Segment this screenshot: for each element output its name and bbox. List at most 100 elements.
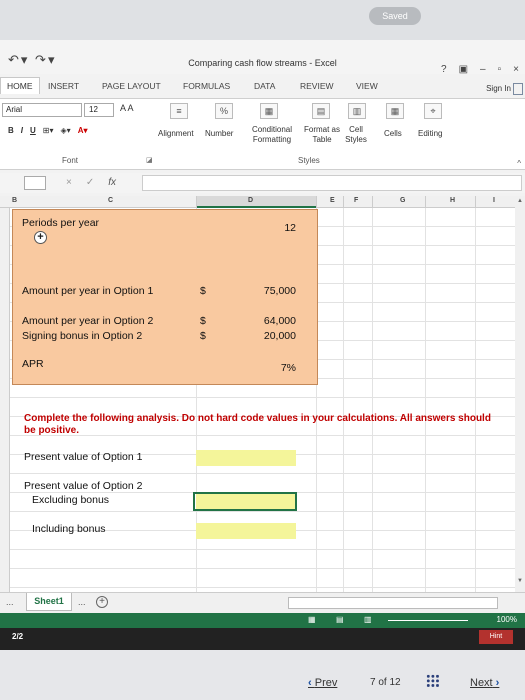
more-sheets-right-icon[interactable]: ...: [78, 597, 86, 607]
formula-input[interactable]: [142, 175, 522, 191]
page-count: 2/2: [12, 632, 24, 641]
underline-button[interactable]: U: [30, 126, 36, 135]
including-bonus-label[interactable]: Including bonus: [32, 523, 106, 535]
name-box[interactable]: [24, 176, 46, 190]
apr-value[interactable]: 7%: [240, 362, 296, 374]
restore-button[interactable]: ▫: [498, 64, 502, 75]
cell-styles-button[interactable]: Cell Styles: [340, 125, 372, 145]
insert-function-icon[interactable]: fx: [108, 177, 116, 188]
bold-button[interactable]: B: [8, 126, 14, 135]
periods-value[interactable]: 12: [240, 222, 296, 234]
font-grow-shrink[interactable]: A A: [120, 103, 134, 113]
amount2-currency: $: [200, 315, 206, 327]
grid-menu-icon[interactable]: [426, 674, 440, 688]
pv1-answer-cell[interactable]: [196, 450, 296, 466]
row-headers: [0, 208, 10, 592]
percent-icon[interactable]: %: [215, 103, 233, 119]
prev-label: Prev: [314, 677, 338, 689]
font-dialog-launcher-icon[interactable]: ◪: [146, 156, 153, 164]
cells-button[interactable]: Cells: [384, 129, 402, 139]
conditional-formatting-icon[interactable]: ▦: [260, 103, 278, 119]
amount2-label[interactable]: Amount per year in Option 2: [22, 315, 153, 327]
fill-color-icon[interactable]: ◈▾: [61, 126, 71, 135]
zoom-level[interactable]: 100%: [497, 615, 517, 624]
amount1-label[interactable]: Amount per year in Option 1: [22, 285, 153, 297]
column-header-d[interactable]: D: [248, 197, 253, 204]
hint-button[interactable]: Hint: [479, 630, 513, 644]
alignment-icon[interactable]: ≡: [170, 103, 188, 119]
italic-button[interactable]: I: [21, 126, 23, 135]
tab-home[interactable]: HOME: [0, 77, 40, 94]
scroll-up-icon[interactable]: ▲: [517, 198, 523, 204]
tab-data[interactable]: DATA: [254, 81, 275, 91]
status-bar: ▦ ▤ ▥ 100%: [0, 613, 525, 628]
normal-view-icon[interactable]: ▦: [308, 615, 316, 624]
scroll-down-icon[interactable]: ▼: [517, 578, 523, 584]
font-size-box[interactable]: 12: [84, 103, 114, 117]
bottom-navigation: ‹ Prev 7 of 12 Next ›: [0, 650, 525, 700]
format-table-icon[interactable]: ▤: [312, 103, 330, 119]
apr-label[interactable]: APR: [22, 358, 44, 370]
confirm-entry-icon[interactable]: ✓: [86, 177, 94, 188]
input-block: [12, 209, 318, 385]
pv2-label[interactable]: Present value of Option 2: [24, 480, 143, 492]
horizontal-scrollbar[interactable]: [288, 597, 498, 609]
column-header-c[interactable]: C: [108, 197, 113, 204]
format-as-table-button[interactable]: Format as Table: [302, 125, 342, 145]
excluding-bonus-label[interactable]: Excluding bonus: [32, 494, 109, 506]
chevron-left-icon: ‹: [308, 677, 315, 689]
editing-button[interactable]: Editing: [418, 129, 442, 139]
cancel-entry-icon[interactable]: ×: [66, 177, 72, 188]
ribbon-display-icon[interactable]: ▣: [459, 64, 468, 75]
help-button[interactable]: ?: [441, 64, 447, 75]
column-header-h[interactable]: H: [450, 197, 455, 204]
editing-binoculars-icon[interactable]: ⌖: [424, 103, 442, 119]
font-color-icon[interactable]: A▾: [78, 126, 88, 135]
prev-button[interactable]: ‹ Prev: [308, 677, 337, 689]
sign-in-label: Sign In: [486, 84, 511, 94]
column-header-i[interactable]: I: [493, 197, 495, 204]
cell-styles-icon[interactable]: ▥: [348, 103, 366, 119]
tab-review[interactable]: REVIEW: [300, 81, 334, 91]
tab-formulas[interactable]: FORMULAS: [183, 81, 230, 91]
amount1-currency: $: [200, 285, 206, 297]
sign-in-link[interactable]: Sign In: [486, 83, 523, 95]
instructions-text[interactable]: Complete the following analysis. Do not …: [24, 413, 494, 437]
assignment-strip: 2/2 Hint: [0, 628, 525, 650]
collapse-ribbon-icon[interactable]: ^: [517, 159, 521, 168]
borders-icon[interactable]: ⊞▾: [43, 126, 54, 135]
tab-view[interactable]: VIEW: [356, 81, 378, 91]
bonus-value[interactable]: 20,000: [230, 330, 296, 342]
bonus-label[interactable]: Signing bonus in Option 2: [22, 330, 142, 342]
pv2-including-answer-cell[interactable]: [196, 523, 296, 539]
more-sheets-left-icon[interactable]: ...: [6, 597, 14, 607]
next-button[interactable]: Next ›: [470, 677, 499, 689]
zoom-slider[interactable]: [388, 620, 468, 621]
conditional-formatting-button[interactable]: Conditional Formatting: [246, 125, 298, 145]
sheet-tab-sheet1[interactable]: Sheet1: [26, 593, 72, 611]
number-button[interactable]: Number: [205, 129, 233, 139]
add-sheet-icon[interactable]: +: [96, 596, 108, 608]
tab-insert[interactable]: INSERT: [48, 81, 79, 91]
font-group-label: Font: [62, 156, 79, 165]
close-button[interactable]: ×: [513, 64, 519, 75]
column-header-f[interactable]: F: [354, 197, 358, 204]
amount1-value[interactable]: 75,000: [230, 285, 296, 297]
periods-label[interactable]: Periods per year: [22, 217, 99, 229]
page-layout-view-icon[interactable]: ▤: [336, 615, 344, 624]
excel-window: ↶▾ ↷▾ Comparing cash flow streams - Exce…: [0, 40, 525, 615]
page-break-view-icon[interactable]: ▥: [364, 615, 372, 624]
column-header-g[interactable]: G: [400, 197, 405, 204]
pv1-label[interactable]: Present value of Option 1: [24, 451, 143, 463]
vertical-scrollbar[interactable]: ▲ ▼: [515, 196, 525, 592]
cells-icon[interactable]: ▦: [386, 103, 404, 119]
font-name-box[interactable]: Arial: [2, 103, 82, 117]
alignment-button[interactable]: Alignment: [158, 129, 194, 139]
column-header-b[interactable]: B: [12, 197, 17, 204]
column-header-e[interactable]: E: [330, 197, 335, 204]
saved-badge: Saved: [369, 7, 421, 25]
minimize-button[interactable]: –: [480, 64, 486, 75]
amount2-value[interactable]: 64,000: [230, 315, 296, 327]
tab-page-layout[interactable]: PAGE LAYOUT: [102, 81, 161, 91]
selected-cell-outline: [193, 492, 297, 511]
